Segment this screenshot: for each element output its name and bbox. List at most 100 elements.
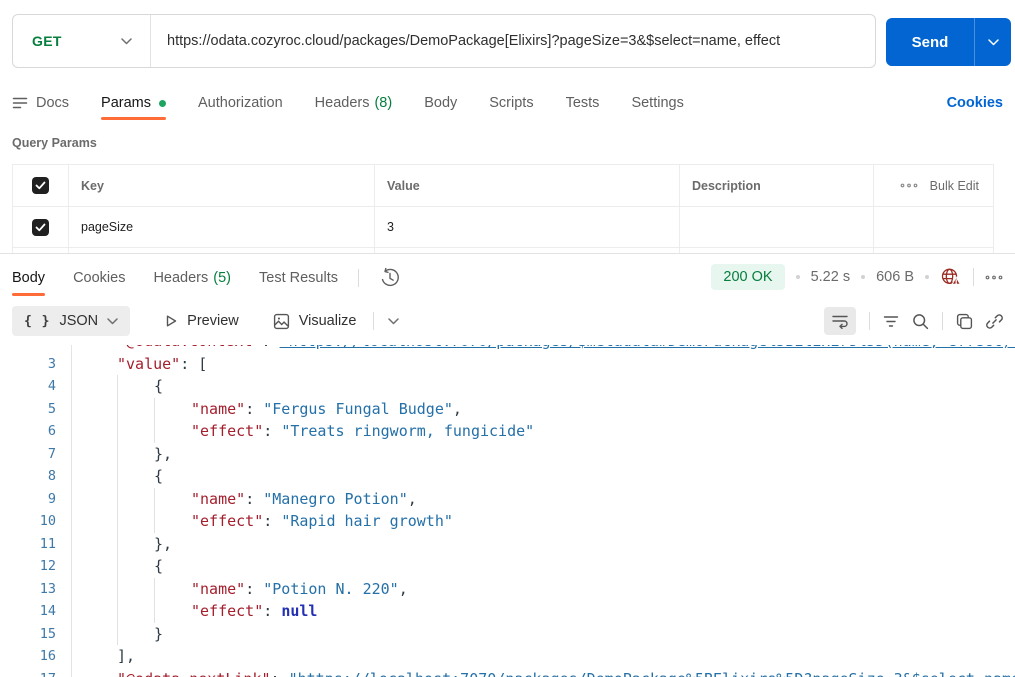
code-line: 16], [0,645,1015,668]
code-line-content: { [72,465,1015,488]
row-checkbox-cell [13,207,68,247]
table-header-row: Key Value Description Bulk Edit [13,165,993,207]
method-selector[interactable]: GET [13,15,150,67]
code-line-content: "effect": null [72,600,1015,623]
code-token: "Rapid hair growth" [281,512,453,530]
filter-icon[interactable] [883,315,899,328]
toolbar-divider [372,312,374,330]
code-line-content: "@odata.context": "https://localhost:707… [72,345,1015,353]
line-number: 7 [0,442,72,465]
visualize-image-icon [273,313,290,330]
tab-headers[interactable]: Headers (8) [315,86,393,120]
url-input[interactable]: https://odata.cozyroc.cloud/packages/Dem… [151,33,875,49]
globe-warning-icon[interactable] [940,267,962,287]
visualize-label: Visualize [298,313,357,329]
response-tab-test-results[interactable]: Test Results [259,260,338,296]
code-line-content: "name": "Fergus Fungal Budge", [72,397,1015,420]
param-key-cell[interactable]: pageSize [68,207,374,247]
indent-guide [154,510,155,533]
preview-button[interactable]: Preview [164,313,239,329]
format-options-chevron-icon[interactable] [387,317,399,325]
code-text: { [154,377,163,395]
row-actions-cell [873,207,993,247]
param-value-cell[interactable]: 3 [374,207,679,247]
response-tab-cookies[interactable]: Cookies [73,260,125,296]
response-body-viewer[interactable]: 2 "@odata.context": "https://localhost:70… [0,345,1015,677]
code-line-content: "effect": "Treats ringworm, fungicide" [72,420,1015,443]
format-selector[interactable]: { } JSON [12,306,131,336]
tab-body[interactable]: Body [424,86,457,120]
tab-label: Headers [314,95,370,111]
tab-docs[interactable]: Docs [12,86,69,120]
tab-scripts[interactable]: Scripts [489,86,533,120]
line-number: 3 [0,352,72,375]
code-token: { [154,467,164,485]
code-line-content: "name": "Potion N. 220", [72,577,1015,600]
code-token: }, [154,534,173,553]
docs-icon [12,96,28,110]
code-token: : [263,422,282,440]
line-number: 14 [0,600,72,623]
visualize-button[interactable]: Visualize [273,313,357,330]
line-number: 8 [0,465,72,488]
indent-guide [117,600,118,623]
tab-count-badge: (8) [374,95,393,111]
tab-label: Params [101,95,152,111]
code-line-content: { [72,375,1015,398]
row-checkbox[interactable] [32,218,49,236]
indent-guide [117,465,118,488]
json-link[interactable]: "https://localhost:7070/packages/DemoPac… [289,670,1015,677]
tab-tests[interactable]: Tests [566,86,600,120]
code-line-content: "value": [ [72,353,1015,376]
code-line: 10 "effect": "Rapid hair growth" [0,510,1015,533]
tab-label: Docs [36,95,70,111]
tab-settings[interactable]: Settings [631,86,683,120]
preview-play-icon [164,314,178,328]
code-token: "value" [117,354,181,373]
select-all-checkbox[interactable] [32,177,49,194]
param-description-cell[interactable] [679,207,873,247]
code-token: , [452,399,462,418]
more-options-icon[interactable] [900,183,918,188]
code-line: 15} [0,622,1015,645]
bulk-edit-button[interactable]: Bulk Edit [930,179,979,193]
response-tab-headers[interactable]: Headers (5) [153,260,231,296]
search-icon[interactable] [912,313,929,330]
code-text: } [154,625,163,643]
cookies-link[interactable]: Cookies [947,95,1003,111]
code-line-content: "name": "Manegro Potion", [72,487,1015,510]
indent-guide [117,510,118,533]
copy-icon[interactable] [956,313,973,330]
code-line-content: "effect": "Rapid hair growth" [72,510,1015,533]
toolbar-divider [942,312,943,330]
tab-authorization[interactable]: Authorization [198,86,283,120]
link-icon[interactable] [986,313,1003,330]
tab-params[interactable]: Params [101,86,167,120]
code-text: "value": [ [117,355,207,373]
code-line: 2 "@odata.context": "https://localhost:70… [0,345,1015,353]
select-all-cell [13,165,68,206]
send-button[interactable]: Send [886,18,975,66]
code-line: 3 "value": [ [0,352,1015,376]
line-number: 5 [0,397,72,420]
code-line: 11}, [0,532,1015,555]
code-token: "name" [191,579,246,598]
send-options-button[interactable] [975,18,1011,66]
more-options-icon[interactable] [985,275,1003,280]
history-icon[interactable] [379,267,401,289]
line-number: 13 [0,577,72,600]
chevron-down-icon [107,317,118,325]
tab-label: Scripts [489,95,534,111]
tab-label: Body [12,270,46,286]
code-token: : [263,602,282,620]
indent-guide [154,397,155,420]
code-text: "effect": "Treats ringworm, fungicide" [191,422,534,440]
response-tab-body[interactable]: Body [12,260,46,296]
code-line: 6 "effect": "Treats ringworm, fungicide" [0,420,1015,443]
code-token: "@odata.context" [117,345,262,350]
json-link[interactable]: "https://localhost:7070/packages/$metada… [280,345,1015,350]
line-number: 11 [0,532,72,555]
format-label: JSON [59,313,99,329]
tab-count-badge: (5) [213,270,231,286]
wrap-text-icon[interactable] [824,307,856,335]
